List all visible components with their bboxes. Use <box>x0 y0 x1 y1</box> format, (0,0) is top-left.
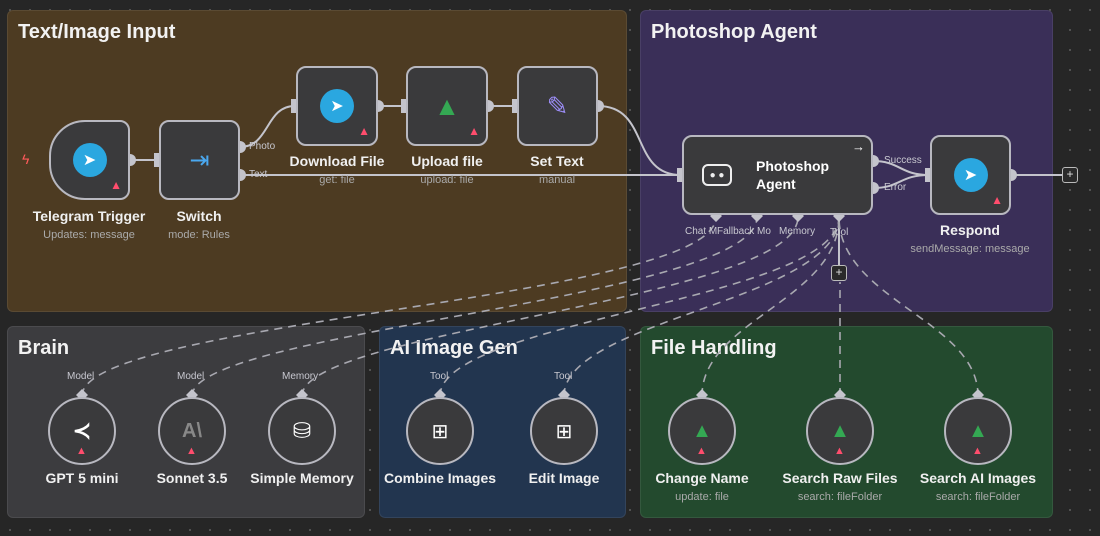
port-type: Tool <box>430 371 449 382</box>
connection-dashed <box>301 216 799 397</box>
node-simple-memory[interactable]: ⛁ <box>268 397 336 465</box>
warning-icon: ▲ <box>468 124 480 138</box>
telegram-icon: ➤ <box>320 89 354 123</box>
node-download-file[interactable]: ➤ ▲ <box>296 66 378 146</box>
anthropic-icon: A\ <box>182 419 202 442</box>
telegram-icon: ➤ <box>72 143 107 177</box>
warning-icon: ▲ <box>358 124 370 138</box>
node-label: Edit Image <box>528 470 600 486</box>
node-label: Simple Memory <box>250 470 354 486</box>
node-label: Respond <box>940 222 1000 238</box>
workflow-icon: ⊞ <box>431 420 449 443</box>
port-type: Model <box>67 371 95 382</box>
google-drive-icon: ▲ <box>830 419 850 442</box>
signpost-icon: ⇥ <box>189 146 210 174</box>
node-subtitle: manual <box>538 174 576 186</box>
warning-icon: ▲ <box>110 178 122 192</box>
node-switch[interactable]: ⇥ <box>159 120 240 200</box>
node-label: Change Name <box>655 470 749 486</box>
google-drive-icon: ▲ <box>968 419 988 442</box>
trigger-bolt-icon: ϟ <box>22 151 30 167</box>
node-respond[interactable]: ➤ ▲ <box>930 135 1011 215</box>
telegram-icon: ➤ <box>953 158 988 192</box>
database-icon: ⛁ <box>292 418 312 443</box>
node-label: Search AI Images <box>919 470 1037 486</box>
node-label: Switch <box>176 208 222 224</box>
connection-dashed <box>701 216 840 397</box>
node-telegram-trigger[interactable]: ➤ ▲ <box>49 120 130 200</box>
input-memory[interactable]: Memory <box>779 226 815 237</box>
warning-icon: ▲ <box>696 445 707 457</box>
port-type: Memory <box>282 371 319 382</box>
add-tool-button[interactable]: + <box>831 265 847 281</box>
port-type: Tool <box>554 371 573 382</box>
input-fallback-model[interactable]: Fallback Mo <box>717 226 771 237</box>
add-node-button[interactable]: + <box>1062 167 1078 183</box>
warning-icon: ▲ <box>991 193 1003 207</box>
port-type: Model <box>177 371 205 382</box>
input-chat-model[interactable]: Chat M <box>685 226 717 237</box>
node-label: Photoshop Agent <box>756 158 830 192</box>
input-tool[interactable]: Tool <box>830 227 848 238</box>
node-upload-file[interactable]: ▲ ▲ <box>406 66 488 146</box>
google-drive-icon: ▲ <box>692 419 712 442</box>
robot-icon: ● ● <box>702 164 732 186</box>
node-edit-image[interactable]: ⊞ <box>530 397 598 465</box>
node-combine-images[interactable]: ⊞ <box>406 397 474 465</box>
connection-dashed <box>81 216 717 397</box>
warning-icon: ▲ <box>76 445 87 457</box>
node-set-text[interactable]: ✎ <box>517 66 598 146</box>
connection-dashed <box>191 216 758 397</box>
node-subtitle: update: file <box>675 491 729 503</box>
output-photo[interactable]: Photo <box>249 141 275 152</box>
connection-dashed <box>563 216 840 397</box>
warning-icon: ▲ <box>186 445 197 457</box>
workflow-icon: ⊞ <box>555 420 573 443</box>
node-subtitle: search: fileFolder <box>797 491 883 503</box>
openai-icon: ≺ <box>72 418 92 443</box>
node-subtitle: mode: Rules <box>168 229 230 241</box>
node-label: Search Raw Files <box>782 470 898 486</box>
node-subtitle: sendMessage: message <box>910 243 1030 255</box>
google-drive-icon: ▲ <box>434 90 460 121</box>
pencil-icon: ✎ <box>546 90 569 121</box>
output-error[interactable]: Error <box>884 182 906 193</box>
node-photoshop-agent[interactable]: ● ● Photoshop Agent → <box>682 135 873 215</box>
warning-icon: ▲ <box>972 445 983 457</box>
node-label: Set Text <box>530 153 584 169</box>
node-subtitle: search: fileFolder <box>935 491 1021 503</box>
warning-icon: ▲ <box>834 445 845 457</box>
arrow-right-icon: → <box>852 139 865 154</box>
output-success[interactable]: Success <box>884 155 922 166</box>
